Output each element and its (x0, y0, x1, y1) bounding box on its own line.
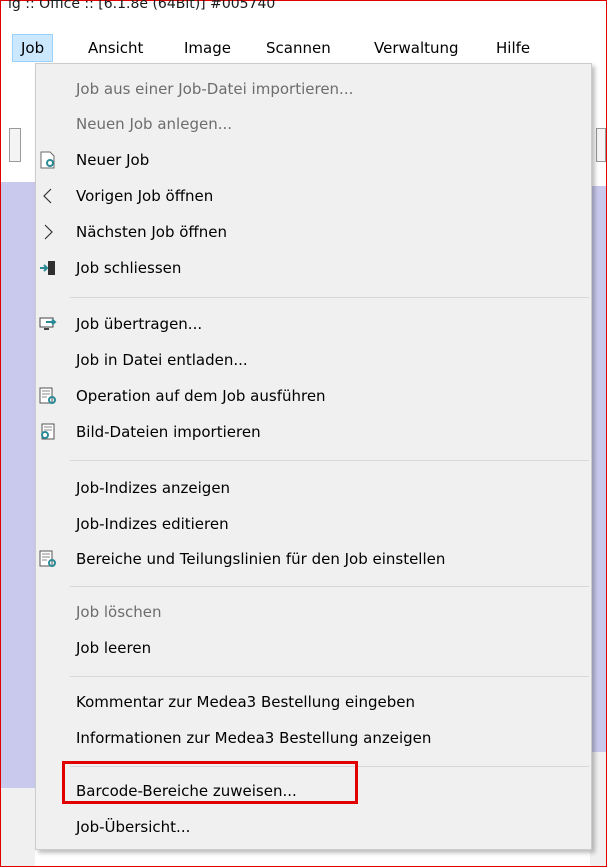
toolbar-button-right[interactable] (596, 128, 606, 162)
menu-bar: Job Ansicht Image Scannen Verwaltung Hil… (8, 34, 598, 62)
menu-item-label: Job-Indizes editieren (76, 515, 229, 533)
new-job-icon (40, 151, 55, 169)
menu-separator (70, 460, 589, 461)
app-toolbar-right (590, 64, 606, 186)
menu-item-new-job[interactable]: Neuer Job (36, 144, 591, 176)
menu-item-create-job[interactable]: Neuen Job anlegen... (36, 108, 591, 140)
menu-image[interactable]: Image (176, 34, 239, 62)
menu-item-label: Job löschen (76, 603, 162, 621)
menu-item-import-job-file[interactable]: Job aus einer Job-Datei importieren... (36, 73, 591, 105)
menu-item-medea3-info[interactable]: Informationen zur Medea3 Bestellung anze… (36, 722, 591, 754)
app-status-left (1, 788, 35, 866)
import-images-icon (41, 423, 55, 440)
next-arrow-icon (44, 224, 53, 240)
menu-item-label: Neuer Job (76, 151, 150, 169)
menu-hilfe[interactable]: Hilfe (488, 34, 538, 62)
areas-settings-icon (39, 550, 56, 567)
menu-separator (70, 586, 589, 587)
menu-item-label: Informationen zur Medea3 Bestellung anze… (76, 729, 432, 747)
menu-scannen[interactable]: Scannen (258, 34, 339, 62)
menu-item-clear-job[interactable]: Job leeren (36, 632, 591, 664)
menu-item-label: Job in Datei entladen... (76, 351, 248, 369)
previous-arrow-icon (43, 188, 52, 204)
menu-separator (70, 297, 589, 298)
menu-item-label: Job schliessen (76, 259, 182, 277)
menu-item-label: Kommentar zur Medea3 Bestellung eingeben (76, 693, 415, 711)
menu-item-transfer-job[interactable]: Job übertragen... (36, 308, 591, 340)
menu-item-label: Job aus einer Job-Datei importieren... (76, 80, 354, 98)
menu-verwaltung[interactable]: Verwaltung (366, 34, 467, 62)
menu-item-label: Job übertragen... (76, 315, 203, 333)
app-workspace-right (590, 186, 606, 752)
window-title: ig :: Office :: [6.1.8e (64Bit)] #005740 (8, 0, 276, 12)
menu-separator (70, 676, 589, 677)
menu-item-label: Operation auf dem Job ausführen (76, 387, 326, 405)
menu-item-label: Bild-Dateien importieren (76, 423, 261, 441)
job-menu-dropdown: Job aus einer Job-Datei importieren... N… (35, 63, 592, 850)
menu-item-label: Job-Indizes anzeigen (76, 479, 231, 497)
toolbar-fragment (1, 74, 23, 90)
menu-item-label: Vorigen Job öffnen (76, 187, 214, 205)
menu-item-label: Nächsten Job öffnen (76, 223, 228, 241)
menu-item-edit-indices[interactable]: Job-Indizes editieren (36, 508, 591, 540)
menu-item-areas-dividers[interactable]: Bereiche und Teilungslinien für den Job … (36, 543, 591, 575)
app-status-right (590, 752, 606, 866)
menu-item-previous-job[interactable]: Vorigen Job öffnen (36, 180, 591, 212)
menu-item-next-job[interactable]: Nächsten Job öffnen (36, 216, 591, 248)
menu-item-label: Job leeren (76, 639, 152, 657)
menu-ansicht[interactable]: Ansicht (80, 34, 151, 62)
toolbar-button-left[interactable] (9, 128, 21, 162)
menu-item-run-operation[interactable]: Operation auf dem Job ausführen (36, 380, 591, 412)
app-workspace-left (1, 182, 35, 788)
menu-item-job-overview[interactable]: Job-Übersicht... (36, 811, 591, 843)
menu-item-import-images[interactable]: Bild-Dateien importieren (36, 416, 591, 448)
menu-item-delete-job[interactable]: Job löschen (36, 596, 591, 628)
menu-item-label: Bereiche und Teilungslinien für den Job … (76, 550, 446, 568)
operation-icon (39, 387, 56, 404)
menu-item-medea3-comment[interactable]: Kommentar zur Medea3 Bestellung eingeben (36, 686, 591, 718)
menu-job[interactable]: Job (12, 34, 54, 62)
close-job-door-icon (40, 261, 55, 275)
highlight-annotation-box (62, 761, 358, 804)
menu-item-close-job[interactable]: Job schliessen (36, 252, 591, 284)
menu-item-unload-job[interactable]: Job in Datei entladen... (36, 344, 591, 376)
menu-item-label: Neuen Job anlegen... (76, 115, 233, 133)
menu-item-show-indices[interactable]: Job-Indizes anzeigen (36, 472, 591, 504)
menu-item-label: Job-Übersicht... (76, 818, 191, 836)
transfer-monitor-icon (39, 317, 57, 330)
